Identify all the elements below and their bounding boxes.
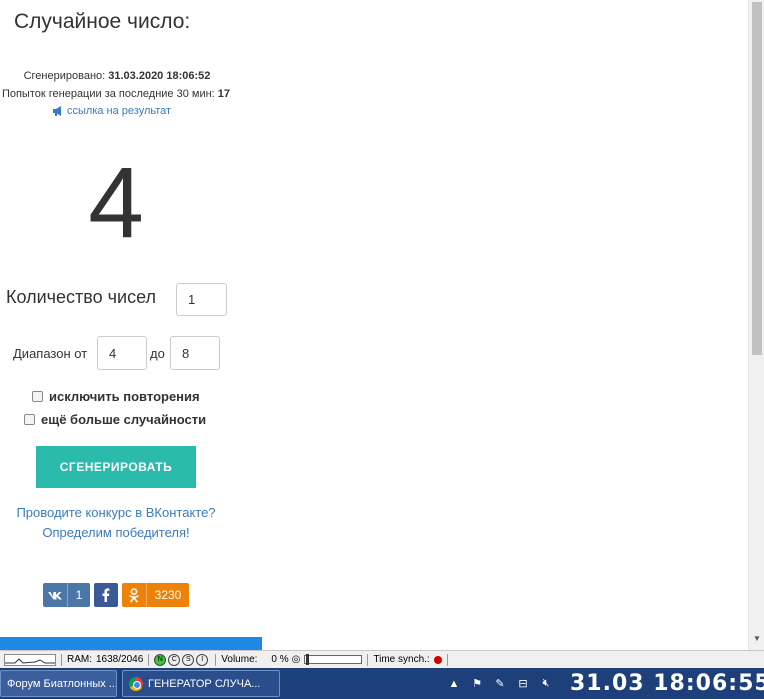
exclude-repeats-option[interactable]: исключить повторения <box>32 389 200 404</box>
system-status-toolbar: RAM: 1638/2046 N C S I Volume: 0 % ◎ Tim… <box>0 650 764 668</box>
time-synch-label: Time synch.: <box>373 654 430 665</box>
taskbar-item-forum[interactable]: Форум Биатлонных ... <box>0 670 117 697</box>
generated-label: Сгенерировано: <box>23 70 109 82</box>
generated-info: Сгенерировано: 31.03.2020 18:06:52 <box>0 70 234 82</box>
attempts-value: 17 <box>217 88 231 100</box>
windows-taskbar: Форум Биатлонных ... ГЕНЕРАТОР СЛУЧА... … <box>0 668 764 699</box>
page-content: Случайное число: Сгенерировано: 31.03.20… <box>0 0 748 650</box>
tray-expand-icon[interactable]: ▲ <box>447 677 461 691</box>
range-from-input[interactable]: 4 <box>97 336 147 370</box>
share-vk-button[interactable]: 1 <box>43 583 90 607</box>
more-random-checkbox[interactable] <box>24 414 35 425</box>
more-random-option[interactable]: ещё больше случайности <box>24 412 206 427</box>
vk-contest-link-2[interactable]: Определим победителя! <box>0 523 232 543</box>
volume-slider-knob[interactable] <box>306 654 310 665</box>
page-title: Случайное число: <box>14 10 191 33</box>
taskbar-item-generator-label: ГЕНЕРАТОР СЛУЧА... <box>148 677 261 690</box>
vk-contest-link-1[interactable]: Проводите конкурс в ВКонтакте? <box>0 503 232 523</box>
result-link-label: ссылка на результат <box>67 105 172 117</box>
scroll-down-arrow-icon[interactable]: ▼ <box>752 634 762 643</box>
vk-share-count: 1 <box>67 583 90 607</box>
status-circle-c[interactable]: C <box>168 653 181 666</box>
time-synch-status-icon <box>433 655 442 664</box>
volume-label: Volume: <box>221 654 258 665</box>
ram-value: 1638/2046 <box>96 654 144 665</box>
volume-muted-icon[interactable]: 🔇︎ <box>539 677 553 691</box>
status-circle-n[interactable]: N <box>154 653 167 666</box>
footer-strip <box>0 637 262 650</box>
attempts-info: Попыток генерации за последние 30 мин: 1… <box>0 88 242 100</box>
range-from-label: Диапазон от <box>13 346 88 361</box>
taskbar-item-generator[interactable]: ГЕНЕРАТОР СЛУЧА... <box>122 670 280 697</box>
scrollbar-thumb[interactable] <box>752 2 762 355</box>
network-icon[interactable]: ⊟ <box>516 677 530 691</box>
range-to-input[interactable]: 8 <box>170 336 220 370</box>
taskbar-item-forum-label: Форум Биатлонных ... <box>7 677 117 690</box>
result-number: 4 <box>88 147 144 259</box>
exclude-repeats-label: исключить повторения <box>49 389 200 404</box>
result-link[interactable]: ссылка на результат <box>52 105 171 117</box>
generate-button[interactable]: СГЕНЕРИРОВАТЬ <box>36 446 196 488</box>
ok-share-count: 3230 <box>146 583 189 607</box>
attempts-label: Попыток генерации за последние 30 мин: <box>1 88 218 100</box>
volume-slider[interactable] <box>304 654 363 665</box>
cpu-graph <box>4 653 56 666</box>
volume-value: 0 % <box>271 654 289 665</box>
generated-value: 31.03.2020 18:06:52 <box>108 70 211 82</box>
chrome-icon <box>129 676 143 691</box>
pen-icon[interactable]: ✎ <box>493 677 507 691</box>
vk-icon <box>43 583 67 607</box>
share-ok-button[interactable]: 3230 <box>122 583 189 607</box>
more-random-label: ещё больше случайности <box>41 412 207 427</box>
ram-label: RAM: <box>67 654 92 665</box>
megaphone-icon <box>53 106 61 116</box>
taskbar-clock[interactable]: 31.03 18:06:55 <box>570 671 764 696</box>
count-input[interactable]: 1 <box>176 283 227 316</box>
facebook-icon <box>94 583 118 607</box>
range-to-label: до <box>150 346 165 361</box>
exclude-repeats-checkbox[interactable] <box>32 391 43 402</box>
status-circle-s[interactable]: S <box>182 653 195 666</box>
count-label: Количество чисел <box>6 287 157 307</box>
status-circle-i[interactable]: I <box>196 653 209 666</box>
flag-icon[interactable]: ⚑ <box>470 677 484 691</box>
system-tray: ▲ ⚑ ✎ ⊟ 🔇︎ <box>447 668 553 699</box>
share-fb-button[interactable] <box>94 583 118 607</box>
page-scrollbar[interactable]: ▼ <box>748 0 764 650</box>
odnoklassniki-icon <box>122 583 146 607</box>
volume-icon[interactable]: ◎ <box>292 654 301 665</box>
